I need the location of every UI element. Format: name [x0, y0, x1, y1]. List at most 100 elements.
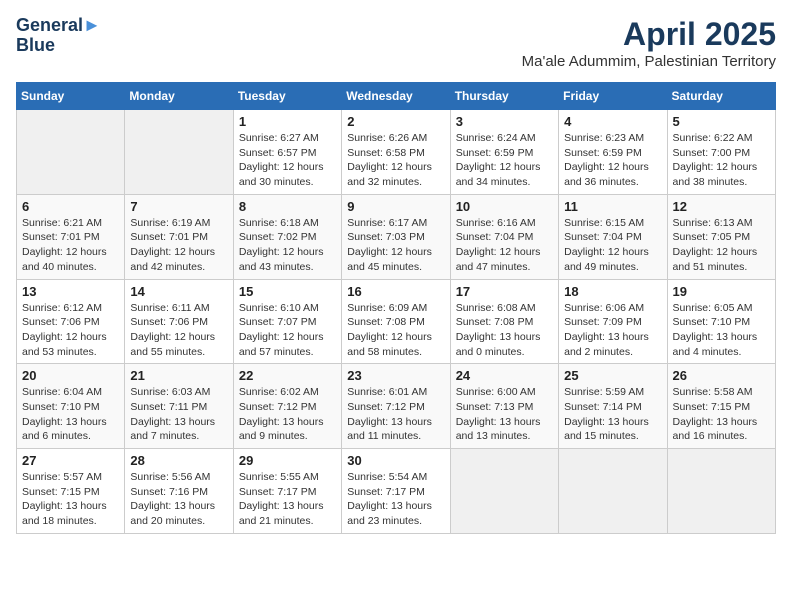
day-info: Sunrise: 6:27 AM Sunset: 6:57 PM Dayligh… — [239, 131, 336, 190]
day-info: Sunrise: 6:15 AM Sunset: 7:04 PM Dayligh… — [564, 216, 661, 275]
calendar-day-cell — [450, 449, 558, 534]
calendar-day-cell: 1 Sunrise: 6:27 AM Sunset: 6:57 PM Daylig… — [233, 110, 341, 195]
calendar-title: April 2025 — [522, 16, 776, 53]
calendar-day-cell — [125, 110, 233, 195]
day-number: 20 — [22, 368, 119, 383]
day-number: 30 — [347, 453, 444, 468]
day-number: 18 — [564, 284, 661, 299]
day-info: Sunrise: 6:00 AM Sunset: 7:13 PM Dayligh… — [456, 385, 553, 444]
calendar-day-cell: 19 Sunrise: 6:05 AM Sunset: 7:10 PM Dayli… — [667, 279, 775, 364]
day-number: 29 — [239, 453, 336, 468]
day-info: Sunrise: 6:09 AM Sunset: 7:08 PM Dayligh… — [347, 301, 444, 360]
logo: General►Blue — [16, 16, 101, 56]
day-number: 6 — [22, 199, 119, 214]
weekday-header-cell: Tuesday — [233, 83, 341, 110]
day-info: Sunrise: 5:59 AM Sunset: 7:14 PM Dayligh… — [564, 385, 661, 444]
day-info: Sunrise: 5:55 AM Sunset: 7:17 PM Dayligh… — [239, 470, 336, 529]
calendar-day-cell: 12 Sunrise: 6:13 AM Sunset: 7:05 PM Dayli… — [667, 194, 775, 279]
calendar-week-row: 27 Sunrise: 5:57 AM Sunset: 7:15 PM Dayli… — [17, 449, 776, 534]
calendar-day-cell: 27 Sunrise: 5:57 AM Sunset: 7:15 PM Dayli… — [17, 449, 125, 534]
day-info: Sunrise: 6:10 AM Sunset: 7:07 PM Dayligh… — [239, 301, 336, 360]
day-number: 16 — [347, 284, 444, 299]
calendar-day-cell: 29 Sunrise: 5:55 AM Sunset: 7:17 PM Dayli… — [233, 449, 341, 534]
calendar-day-cell: 18 Sunrise: 6:06 AM Sunset: 7:09 PM Dayli… — [559, 279, 667, 364]
day-number: 2 — [347, 114, 444, 129]
day-info: Sunrise: 6:02 AM Sunset: 7:12 PM Dayligh… — [239, 385, 336, 444]
day-info: Sunrise: 6:21 AM Sunset: 7:01 PM Dayligh… — [22, 216, 119, 275]
calendar-day-cell: 23 Sunrise: 6:01 AM Sunset: 7:12 PM Dayli… — [342, 364, 450, 449]
calendar-day-cell: 7 Sunrise: 6:19 AM Sunset: 7:01 PM Daylig… — [125, 194, 233, 279]
calendar-day-cell — [667, 449, 775, 534]
day-number: 24 — [456, 368, 553, 383]
calendar-day-cell: 26 Sunrise: 5:58 AM Sunset: 7:15 PM Dayli… — [667, 364, 775, 449]
weekday-header-cell: Monday — [125, 83, 233, 110]
calendar-body: 1 Sunrise: 6:27 AM Sunset: 6:57 PM Daylig… — [17, 110, 776, 534]
calendar-week-row: 1 Sunrise: 6:27 AM Sunset: 6:57 PM Daylig… — [17, 110, 776, 195]
day-info: Sunrise: 5:58 AM Sunset: 7:15 PM Dayligh… — [673, 385, 770, 444]
calendar-day-cell: 10 Sunrise: 6:16 AM Sunset: 7:04 PM Dayli… — [450, 194, 558, 279]
calendar-day-cell: 3 Sunrise: 6:24 AM Sunset: 6:59 PM Daylig… — [450, 110, 558, 195]
calendar-day-cell: 16 Sunrise: 6:09 AM Sunset: 7:08 PM Dayli… — [342, 279, 450, 364]
calendar-day-cell: 8Sunrise: 6:18 AM Sunset: 7:02 PM Daylig… — [233, 194, 341, 279]
day-info: Sunrise: 5:54 AM Sunset: 7:17 PM Dayligh… — [347, 470, 444, 529]
title-block: April 2025 Ma'ale Adummim, Palestinian T… — [522, 16, 776, 70]
day-number: 7 — [130, 199, 227, 214]
day-number: 22 — [239, 368, 336, 383]
weekday-header-row: SundayMondayTuesdayWednesdayThursdayFrid… — [17, 83, 776, 110]
day-info: Sunrise: 6:13 AM Sunset: 7:05 PM Dayligh… — [673, 216, 770, 275]
day-info: Sunrise: 6:26 AM Sunset: 6:58 PM Dayligh… — [347, 131, 444, 190]
day-number: 28 — [130, 453, 227, 468]
day-number: 3 — [456, 114, 553, 129]
day-number: 25 — [564, 368, 661, 383]
day-info: Sunrise: 5:56 AM Sunset: 7:16 PM Dayligh… — [130, 470, 227, 529]
day-number: 13 — [22, 284, 119, 299]
weekday-header-cell: Friday — [559, 83, 667, 110]
day-info: Sunrise: 6:12 AM Sunset: 7:06 PM Dayligh… — [22, 301, 119, 360]
weekday-header-cell: Wednesday — [342, 83, 450, 110]
day-number: 21 — [130, 368, 227, 383]
calendar-day-cell: 11 Sunrise: 6:15 AM Sunset: 7:04 PM Dayli… — [559, 194, 667, 279]
day-number: 9 — [347, 199, 444, 214]
day-number: 23 — [347, 368, 444, 383]
calendar-day-cell: 4 Sunrise: 6:23 AM Sunset: 6:59 PM Daylig… — [559, 110, 667, 195]
day-number: 19 — [673, 284, 770, 299]
day-info: Sunrise: 5:57 AM Sunset: 7:15 PM Dayligh… — [22, 470, 119, 529]
day-number: 4 — [564, 114, 661, 129]
calendar-day-cell: 9Sunrise: 6:17 AM Sunset: 7:03 PM Daylig… — [342, 194, 450, 279]
calendar-week-row: 20 Sunrise: 6:04 AM Sunset: 7:10 PM Dayli… — [17, 364, 776, 449]
calendar-day-cell: 25 Sunrise: 5:59 AM Sunset: 7:14 PM Dayli… — [559, 364, 667, 449]
calendar-day-cell: 15 Sunrise: 6:10 AM Sunset: 7:07 PM Dayli… — [233, 279, 341, 364]
day-number: 10 — [456, 199, 553, 214]
day-info: Sunrise: 6:03 AM Sunset: 7:11 PM Dayligh… — [130, 385, 227, 444]
calendar-table: SundayMondayTuesdayWednesdayThursdayFrid… — [16, 82, 776, 534]
day-info: Sunrise: 6:23 AM Sunset: 6:59 PM Dayligh… — [564, 131, 661, 190]
day-info: Sunrise: 6:06 AM Sunset: 7:09 PM Dayligh… — [564, 301, 661, 360]
day-info: Sunrise: 6:05 AM Sunset: 7:10 PM Dayligh… — [673, 301, 770, 360]
day-info: Sunrise: 6:22 AM Sunset: 7:00 PM Dayligh… — [673, 131, 770, 190]
page-header: General►Blue April 2025 Ma'ale Adummim, … — [16, 16, 776, 70]
day-info: Sunrise: 6:11 AM Sunset: 7:06 PM Dayligh… — [130, 301, 227, 360]
day-info: Sunrise: 6:16 AM Sunset: 7:04 PM Dayligh… — [456, 216, 553, 275]
day-number: 26 — [673, 368, 770, 383]
weekday-header-cell: Saturday — [667, 83, 775, 110]
calendar-day-cell: 24 Sunrise: 6:00 AM Sunset: 7:13 PM Dayli… — [450, 364, 558, 449]
day-info: Sunrise: 6:01 AM Sunset: 7:12 PM Dayligh… — [347, 385, 444, 444]
calendar-day-cell: 28 Sunrise: 5:56 AM Sunset: 7:16 PM Dayli… — [125, 449, 233, 534]
day-number: 12 — [673, 199, 770, 214]
day-number: 27 — [22, 453, 119, 468]
calendar-day-cell: 21 Sunrise: 6:03 AM Sunset: 7:11 PM Dayli… — [125, 364, 233, 449]
day-number: 5 — [673, 114, 770, 129]
calendar-subtitle: Ma'ale Adummim, Palestinian Territory — [522, 53, 776, 70]
calendar-week-row: 13 Sunrise: 6:12 AM Sunset: 7:06 PM Dayli… — [17, 279, 776, 364]
day-number: 1 — [239, 114, 336, 129]
calendar-day-cell: 6 Sunrise: 6:21 AM Sunset: 7:01 PM Daylig… — [17, 194, 125, 279]
day-number: 17 — [456, 284, 553, 299]
calendar-day-cell: 30 Sunrise: 5:54 AM Sunset: 7:17 PM Dayli… — [342, 449, 450, 534]
day-info: Sunrise: 6:04 AM Sunset: 7:10 PM Dayligh… — [22, 385, 119, 444]
day-info: Sunrise: 6:18 AM Sunset: 7:02 PM Dayligh… — [239, 216, 336, 275]
calendar-day-cell: 14Sunrise: 6:11 AM Sunset: 7:06 PM Dayli… — [125, 279, 233, 364]
day-info: Sunrise: 6:24 AM Sunset: 6:59 PM Dayligh… — [456, 131, 553, 190]
day-info: Sunrise: 6:19 AM Sunset: 7:01 PM Dayligh… — [130, 216, 227, 275]
day-number: 11 — [564, 199, 661, 214]
day-number: 15 — [239, 284, 336, 299]
